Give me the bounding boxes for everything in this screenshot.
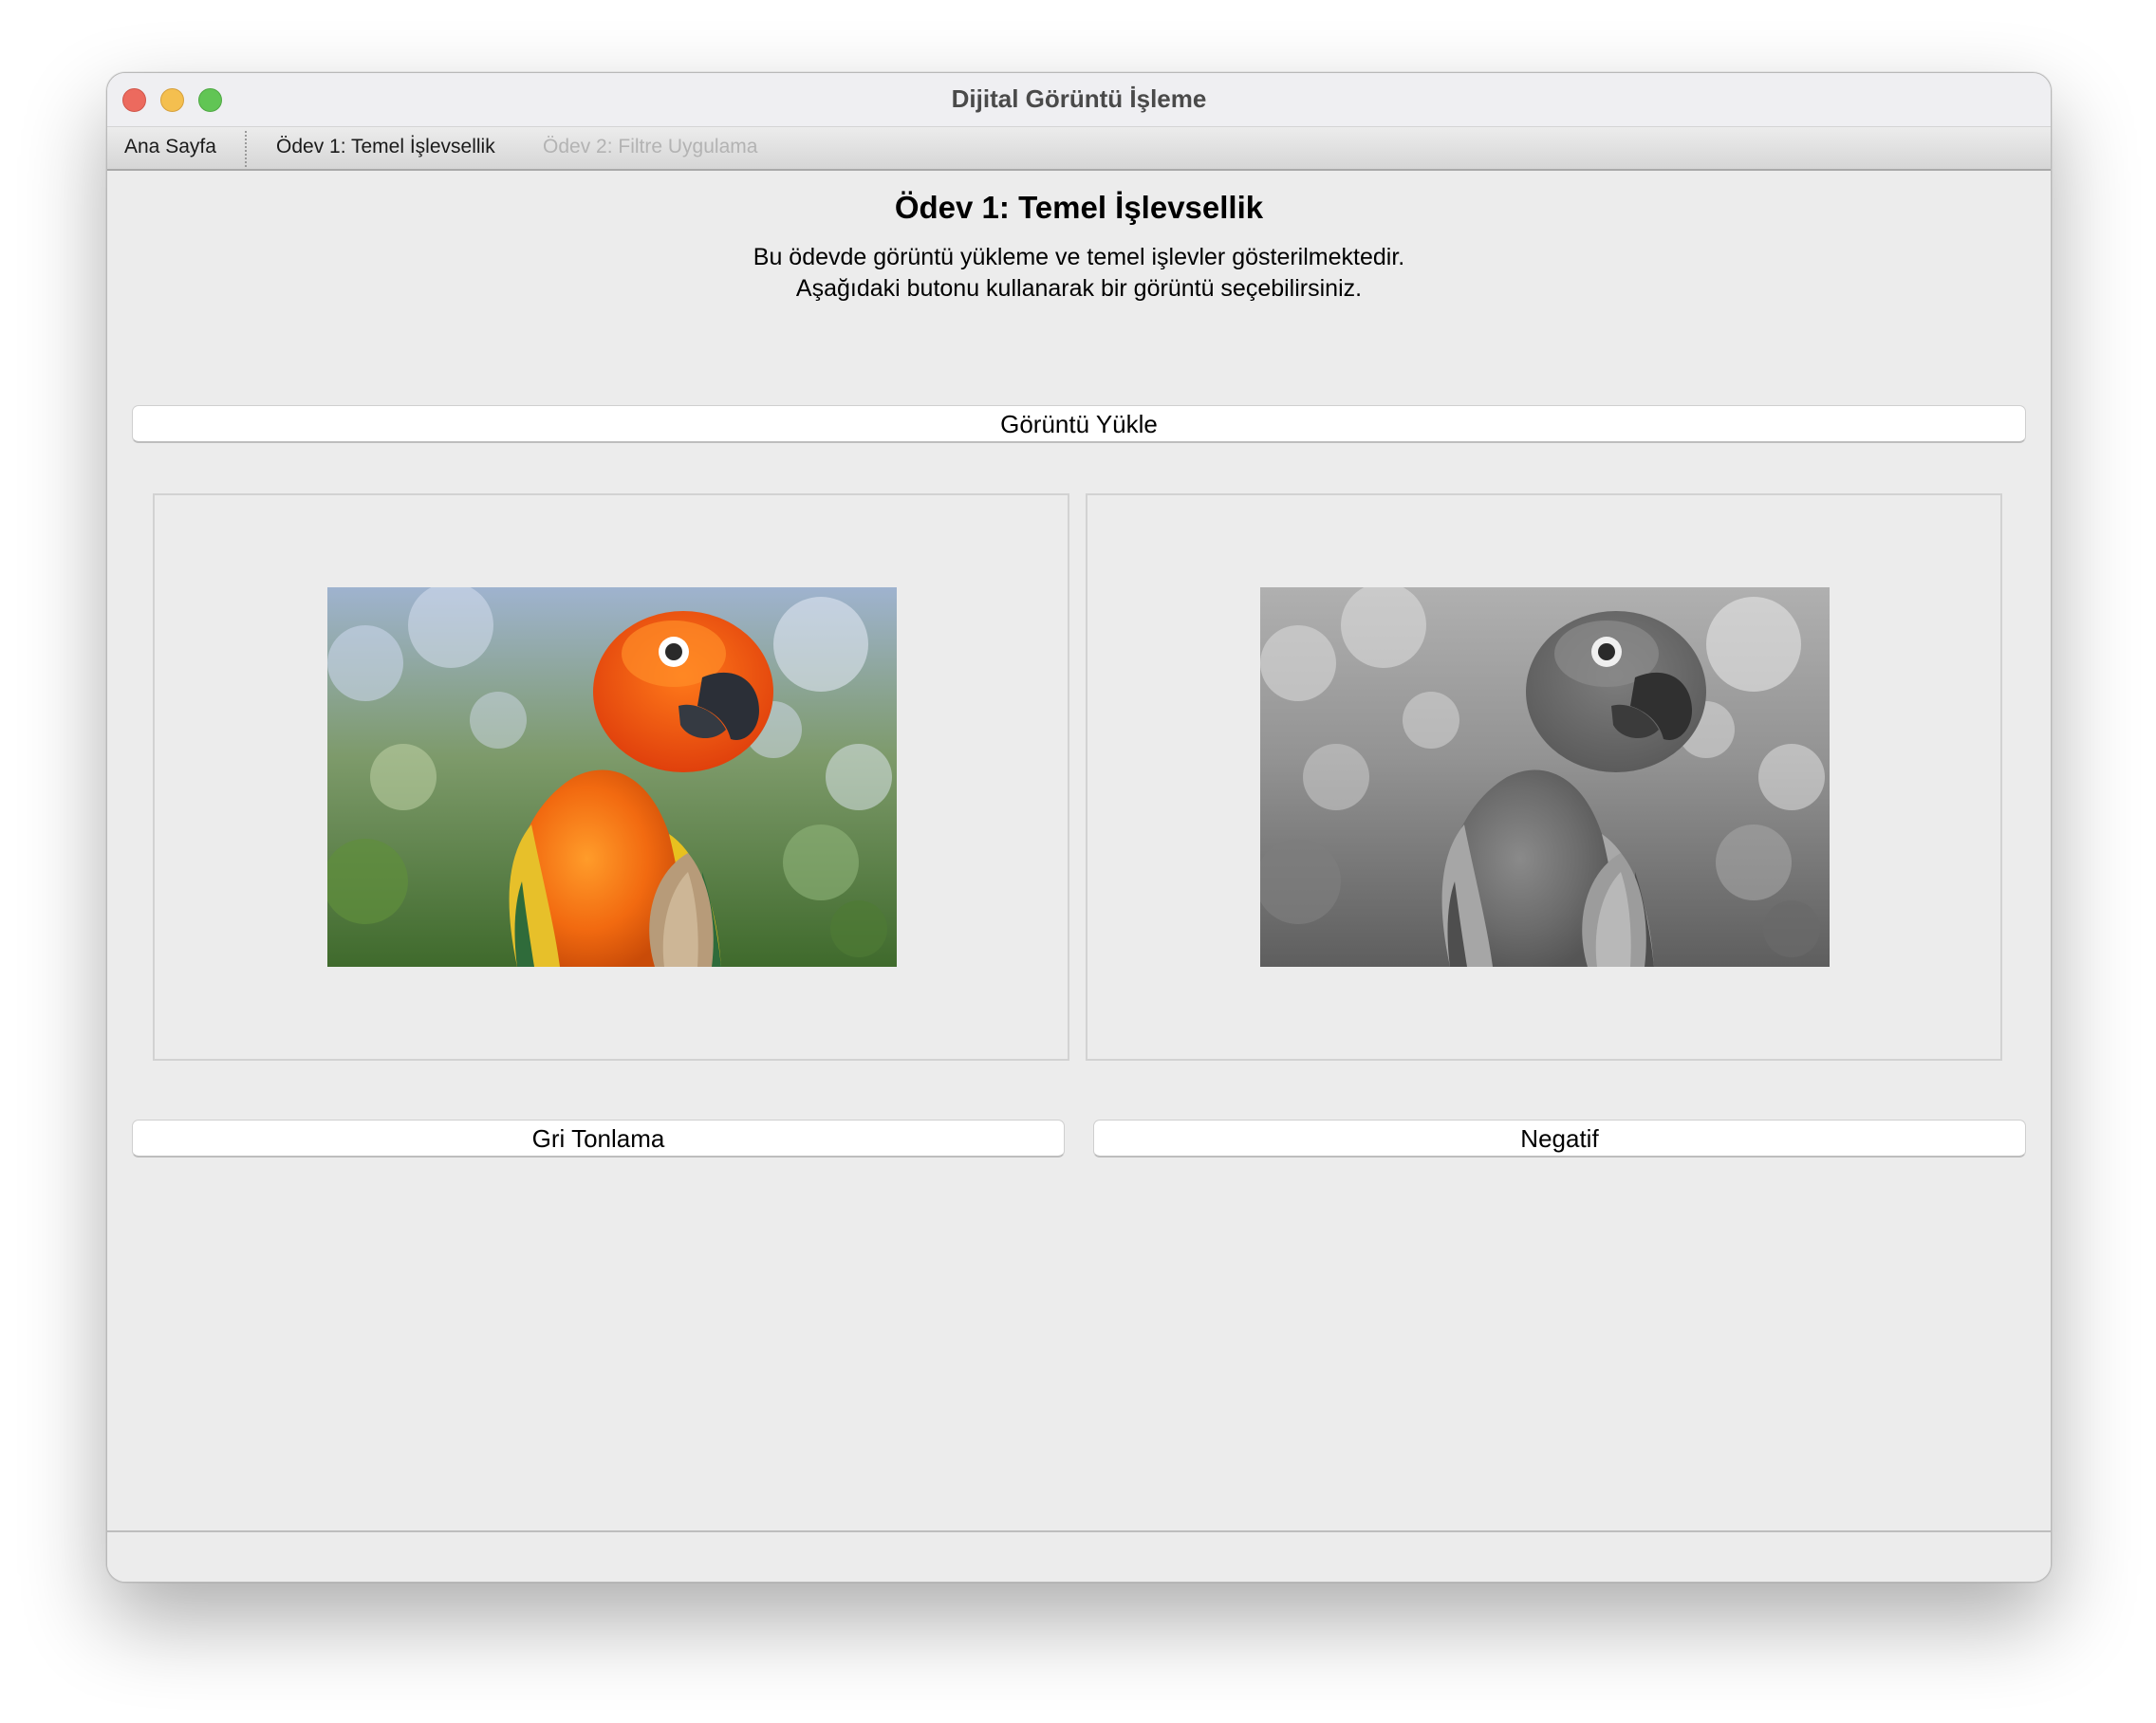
- description-line-2: Aşağıdaki butonu kullanarak bir görüntü …: [795, 275, 1363, 302]
- title-bar[interactable]: Dijital Görüntü İşleme: [107, 73, 2051, 127]
- negative-button[interactable]: Negatif: [1093, 1120, 2026, 1158]
- window-title: Dijital Görüntü İşleme: [951, 84, 1207, 113]
- tab-separator: [245, 131, 247, 167]
- original-image-panel: [153, 493, 1069, 1061]
- grayscale-button[interactable]: Gri Tonlama: [132, 1120, 1065, 1158]
- load-image-button[interactable]: Görüntü Yükle: [132, 405, 2026, 443]
- tab-assignment-2: Ödev 2: Filtre Uygulama: [543, 136, 758, 157]
- tab-home[interactable]: Ana Sayfa: [124, 136, 216, 158]
- status-bar: [107, 1530, 2051, 1582]
- processed-image: [1260, 587, 1830, 967]
- page-title: Ödev 1: Temel İşlevsellik: [894, 190, 1264, 225]
- parrot-color-image: [327, 587, 897, 967]
- app-window: Dijital Görüntü İşleme Ana Sayfa Ödev 1:…: [106, 72, 2052, 1583]
- original-image: [327, 587, 897, 967]
- tab-bar: Ana Sayfa Ödev 1: Temel İşlevsellik Ödev…: [107, 127, 2051, 171]
- description-line-1: Bu ödevde görüntü yükleme ve temel işlev…: [753, 244, 1405, 270]
- tab-assignment-1[interactable]: Ödev 1: Temel İşlevsellik: [276, 136, 495, 158]
- processed-image-panel: [1086, 493, 2002, 1061]
- parrot-grayscale-image: [1260, 587, 1830, 967]
